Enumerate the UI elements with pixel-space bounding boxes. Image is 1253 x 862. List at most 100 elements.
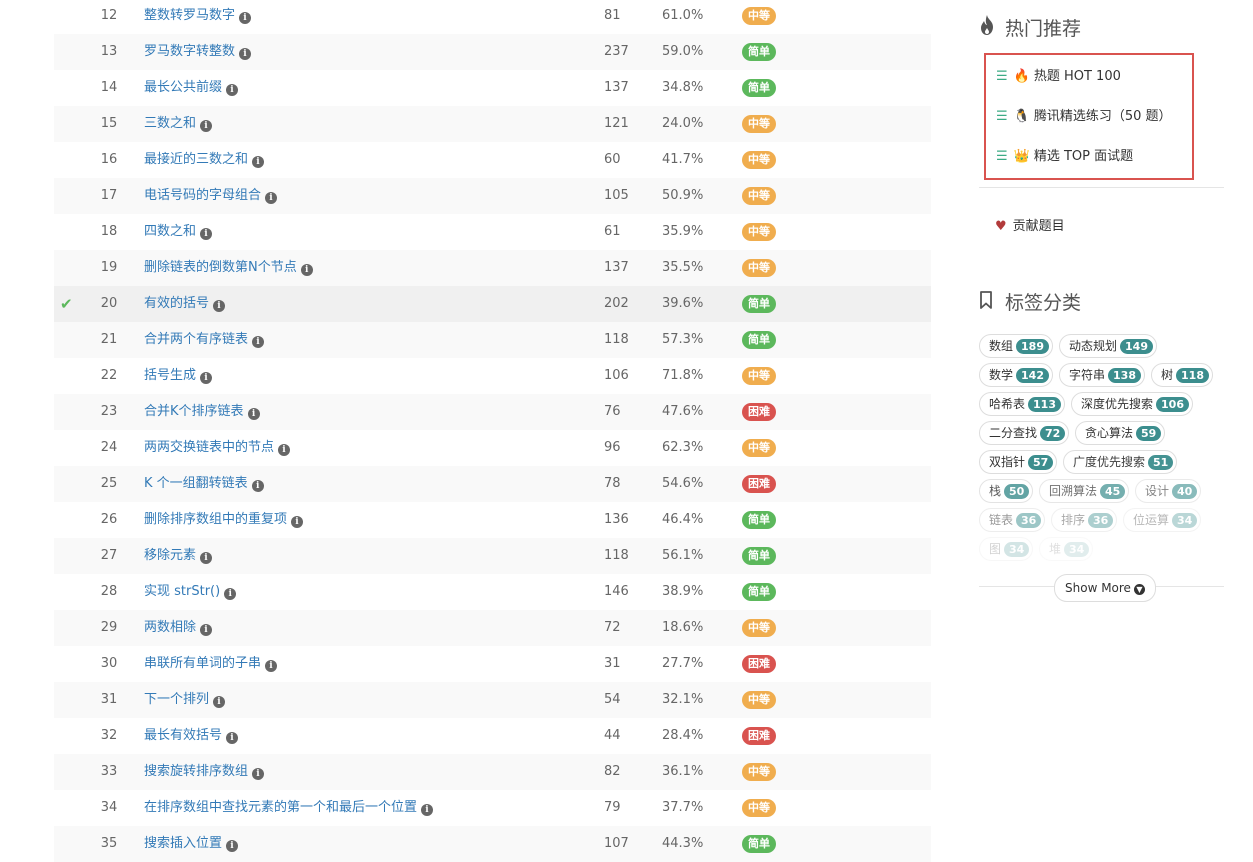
show-more-button[interactable]: Show More ▼ (1054, 574, 1156, 602)
tag-chip[interactable]: 设计 40 (1135, 479, 1202, 503)
problem-title-link[interactable]: 电话号码的字母组合 i (144, 178, 278, 214)
hot-list-item-top-interview[interactable]: ☰ 👑 精选 TOP 面试题 (996, 145, 1133, 164)
table-row[interactable]: ✔ 20 有效的括号 i 202 39.6% 简单 (54, 286, 931, 322)
tag-chip[interactable]: 双指针 57 (979, 450, 1058, 474)
info-icon[interactable]: i (247, 408, 260, 420)
problem-title-link[interactable]: 删除链表的倒数第N个节点 i (144, 250, 313, 286)
table-row[interactable]: 21 合并两个有序链表 i 118 57.3% 简单 (54, 322, 931, 358)
problem-title-link[interactable]: 最长公共前缀 i (144, 70, 239, 106)
problem-title-link[interactable]: 整数转罗马数字 i (144, 0, 252, 34)
table-row[interactable]: 17 电话号码的字母组合 i 105 50.9% 中等 (54, 178, 931, 214)
table-row[interactable]: 29 两数相除 i 72 18.6% 中等 (54, 610, 931, 646)
problem-title-link[interactable]: 移除元素 i (144, 538, 213, 574)
tag-chip[interactable]: 数组 189 (979, 334, 1053, 358)
problem-title-link[interactable]: 合并K个排序链表 i (144, 394, 260, 430)
problem-title-link[interactable]: 两数相除 i (144, 610, 213, 646)
info-icon[interactable]: i (252, 336, 265, 348)
problem-title-link[interactable]: 罗马数字转整数 i (144, 34, 252, 70)
problem-title-link[interactable]: 串联所有单词的子串 i (144, 646, 278, 682)
problem-title-link[interactable]: K 个一组翻转链表 i (144, 466, 264, 502)
tag-chip[interactable]: 图 34 (979, 537, 1034, 561)
tag-chip[interactable]: 回溯算法 45 (1039, 479, 1130, 503)
table-row[interactable]: 30 串联所有单词的子串 i 31 27.7% 困难 (54, 646, 931, 682)
problem-title-link[interactable]: 搜索插入位置 i (144, 826, 239, 862)
problem-title-link[interactable]: 两两交换链表中的节点 i (144, 430, 291, 466)
tag-chip[interactable]: 广度优先搜索 51 (1063, 450, 1178, 474)
table-row[interactable]: 22 括号生成 i 106 71.8% 中等 (54, 358, 931, 394)
info-icon[interactable]: i (252, 768, 265, 780)
problem-title-link[interactable]: 括号生成 i (144, 358, 213, 394)
table-row[interactable]: 32 最长有效括号 i 44 28.4% 困难 (54, 718, 931, 754)
info-icon[interactable]: i (265, 192, 278, 204)
info-icon[interactable]: i (224, 588, 237, 600)
tag-chip[interactable]: 链表 36 (979, 508, 1046, 532)
table-row[interactable]: 33 搜索旋转排序数组 i 82 36.1% 中等 (54, 754, 931, 790)
tag-chip[interactable]: 排序 36 (1051, 508, 1118, 532)
tag-chip[interactable]: 深度优先搜索 106 (1071, 392, 1193, 416)
tag-count: 113 (1028, 397, 1061, 412)
info-icon[interactable]: i (239, 48, 252, 60)
table-row[interactable]: 16 最接近的三数之和 i 60 41.7% 中等 (54, 142, 931, 178)
table-row[interactable]: 28 实现 strStr() i 146 38.9% 简单 (54, 574, 931, 610)
info-icon[interactable]: i (421, 804, 434, 816)
table-row[interactable]: 15 三数之和 i 121 24.0% 中等 (54, 106, 931, 142)
tag-chip[interactable]: 栈 50 (979, 479, 1034, 503)
problem-title-link[interactable]: 三数之和 i (144, 106, 213, 142)
tag-chip[interactable]: 贪心算法 59 (1075, 421, 1166, 445)
problem-title-link[interactable]: 有效的括号 i (144, 286, 226, 322)
info-icon[interactable]: i (265, 660, 278, 672)
contribute-link[interactable]: ♥ 贡献题目 (995, 215, 1065, 234)
problem-title-link[interactable]: 删除排序数组中的重复项 i (144, 502, 304, 538)
problem-title-link[interactable]: 四数之和 i (144, 214, 213, 250)
info-icon[interactable]: i (200, 552, 213, 564)
problem-title-link[interactable]: 在排序数组中查找元素的第一个和最后一个位置 i (144, 790, 434, 826)
info-icon[interactable]: i (251, 480, 264, 492)
tag-chip[interactable]: 树 118 (1151, 363, 1213, 387)
table-row[interactable]: 23 合并K个排序链表 i 76 47.6% 困难 (54, 394, 931, 430)
info-icon[interactable]: i (226, 732, 239, 744)
info-icon[interactable]: i (200, 228, 213, 240)
table-row[interactable]: 13 罗马数字转整数 i 237 59.0% 简单 (54, 34, 931, 70)
problem-title-link[interactable]: 搜索旋转排序数组 i (144, 754, 265, 790)
table-row[interactable]: 14 最长公共前缀 i 137 34.8% 简单 (54, 70, 931, 106)
problem-title-link[interactable]: 实现 strStr() i (144, 574, 237, 610)
info-icon[interactable]: i (291, 516, 304, 528)
info-icon[interactable]: i (300, 264, 313, 276)
problem-title-link[interactable]: 最接近的三数之和 i (144, 142, 265, 178)
tag-chip[interactable]: 二分查找 72 (979, 421, 1070, 445)
problem-title-link[interactable]: 下一个排列 i (144, 682, 226, 718)
table-row[interactable]: 25 K 个一组翻转链表 i 78 54.6% 困难 (54, 466, 931, 502)
tag-chip[interactable]: 字符串 138 (1059, 363, 1145, 387)
info-icon[interactable]: i (252, 156, 265, 168)
table-row[interactable]: 12 整数转罗马数字 i 81 61.0% 中等 (54, 0, 931, 34)
table-row[interactable]: 18 四数之和 i 61 35.9% 中等 (54, 214, 931, 250)
table-row[interactable]: 35 搜索插入位置 i 107 44.3% 简单 (54, 826, 931, 862)
tag-chip[interactable]: 哈希表 113 (979, 392, 1065, 416)
hot-list-item-hot100[interactable]: ☰ 🔥 热题 HOT 100 (996, 65, 1121, 84)
table-row[interactable]: 19 删除链表的倒数第N个节点 i 137 35.5% 中等 (54, 250, 931, 286)
info-icon[interactable]: i (213, 300, 226, 312)
tag-chip[interactable]: 数学 142 (979, 363, 1053, 387)
problem-number: 21 (100, 332, 118, 347)
tag-chip[interactable]: 位运算 34 (1123, 508, 1202, 532)
table-row[interactable]: 31 下一个排列 i 54 32.1% 中等 (54, 682, 931, 718)
info-icon[interactable]: i (213, 696, 226, 708)
info-icon[interactable]: i (239, 12, 252, 24)
tag-chip[interactable]: 堆 34 (1039, 537, 1094, 561)
problem-title: K 个一组翻转链表 (144, 476, 248, 491)
info-icon[interactable]: i (278, 444, 291, 456)
table-row[interactable]: 27 移除元素 i 118 56.1% 简单 (54, 538, 931, 574)
info-icon[interactable]: i (226, 84, 239, 96)
info-icon[interactable]: i (200, 120, 213, 132)
table-row[interactable]: 34 在排序数组中查找元素的第一个和最后一个位置 i 79 37.7% 中等 (54, 790, 931, 826)
table-row[interactable]: 24 两两交换链表中的节点 i 96 62.3% 中等 (54, 430, 931, 466)
hot-list-item-tencent[interactable]: ☰ 🐧 腾讯精选练习（50 题） (996, 105, 1172, 124)
info-icon[interactable]: i (200, 624, 213, 636)
info-icon[interactable]: i (226, 840, 239, 852)
tag-chip[interactable]: 动态规划 149 (1059, 334, 1157, 358)
table-row[interactable]: 26 删除排序数组中的重复项 i 136 46.4% 简单 (54, 502, 931, 538)
info-icon[interactable]: i (200, 372, 213, 384)
problem-title-link[interactable]: 最长有效括号 i (144, 718, 239, 754)
problem-number: 31 (100, 692, 118, 707)
problem-title-link[interactable]: 合并两个有序链表 i (144, 322, 265, 358)
